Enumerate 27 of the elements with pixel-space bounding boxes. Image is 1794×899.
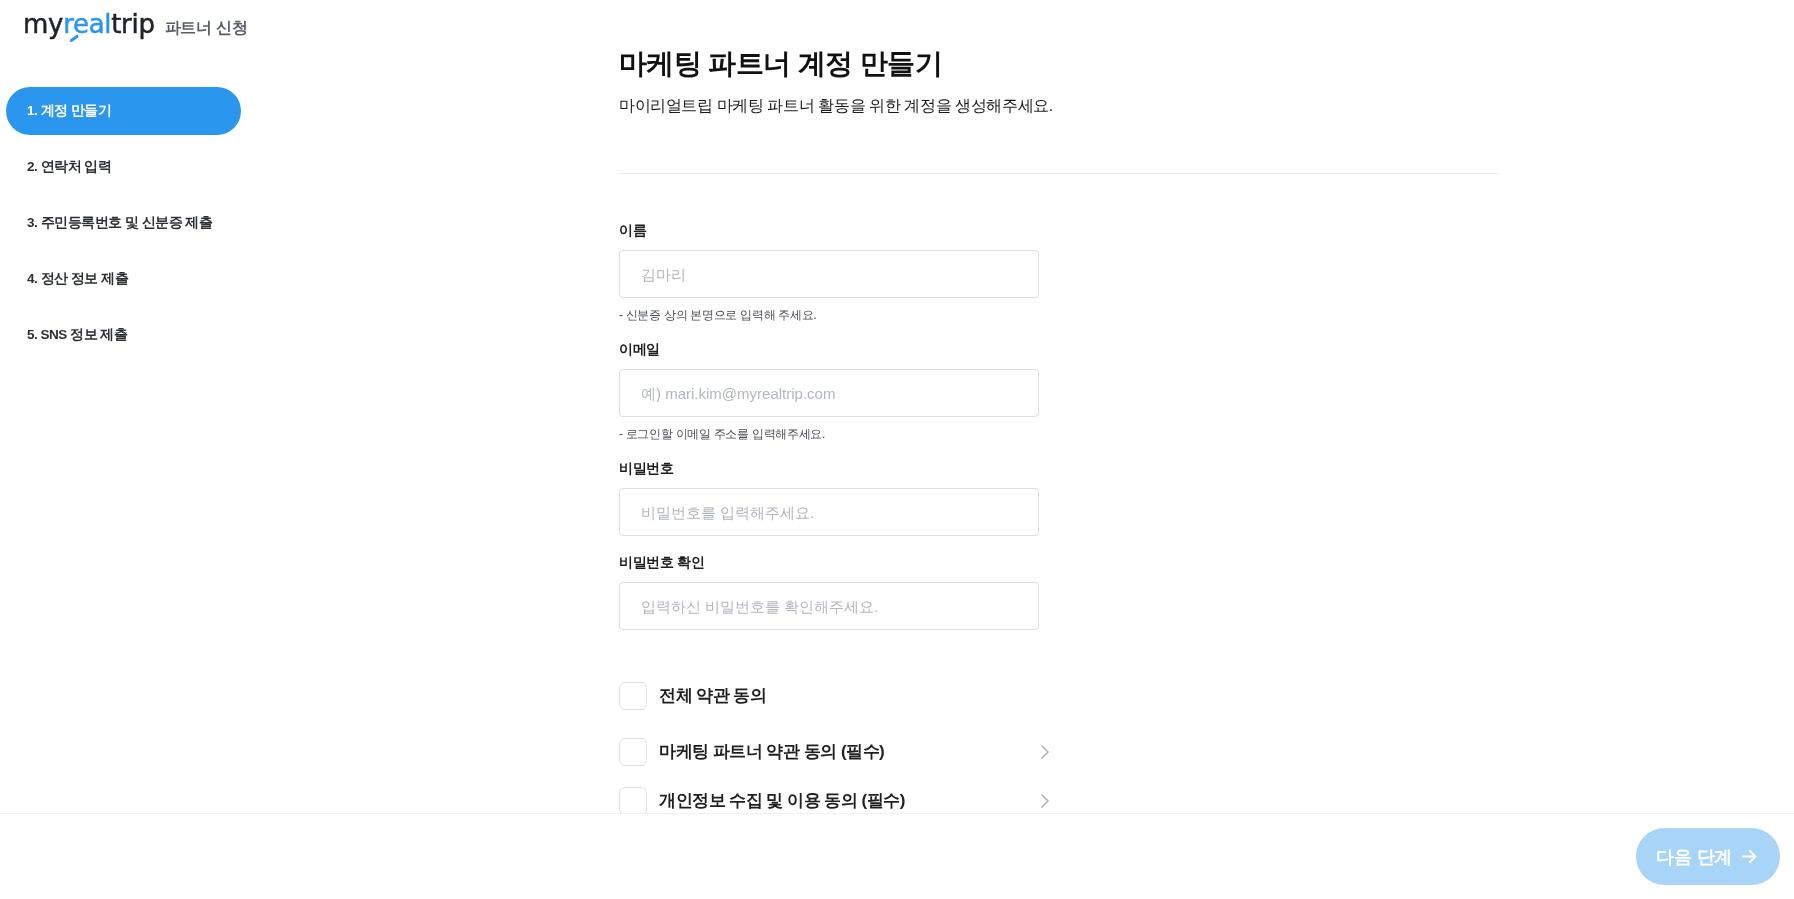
checkbox[interactable] (619, 682, 647, 710)
step-nav-item[interactable]: 2. 연락처 입력 (6, 143, 241, 191)
agreement-label: 전체 약관 동의 (659, 685, 767, 707)
helper-text: - 로그인할 이메일 주소를 입력해주세요. (619, 426, 826, 442)
input-field[interactable]: 예) mari.kim@myrealtrip.com (619, 369, 1039, 417)
step-nav-item[interactable]: 5. SNS 정보 제출 (6, 311, 241, 359)
field-label: 비밀번호 (619, 459, 674, 478)
step-nav-item[interactable]: 4. 정산 정보 제출 (6, 255, 241, 303)
chevron-right-icon[interactable] (1041, 794, 1049, 808)
input-field[interactable]: 김마리 (619, 250, 1039, 298)
input-field[interactable]: 입력하신 비밀번호를 확인해주세요. (619, 582, 1039, 630)
page-subtitle: 마이리얼트립 마케팅 파트너 활동을 위한 계정을 생성해주세요. (619, 96, 1053, 116)
step-nav-item[interactable]: 3. 주민등록번호 및 신분증 제출 (6, 199, 241, 247)
helper-text: - 신분증 상의 본명으로 입력해 주세요. (619, 307, 817, 323)
agreement-label: 개인정보 수집 및 이용 동의 (필수) (659, 790, 905, 812)
chevron-right-icon[interactable] (1041, 745, 1049, 759)
field-label: 이름 (619, 221, 647, 240)
input-field[interactable]: 비밀번호를 입력해주세요. (619, 488, 1039, 536)
field-label: 비밀번호 확인 (619, 553, 705, 572)
checkbox[interactable] (619, 738, 647, 766)
page-title: 마케팅 파트너 계정 만들기 (619, 47, 942, 81)
arrow-right-icon (1742, 850, 1757, 863)
checkbox[interactable] (619, 787, 647, 813)
field-label: 이메일 (619, 340, 661, 359)
agreement-label: 마케팅 파트너 약관 동의 (필수) (659, 741, 885, 763)
logo-wordmark: myrealtrip (23, 9, 155, 39)
logo-caption: 파트너 신청 (164, 18, 248, 38)
